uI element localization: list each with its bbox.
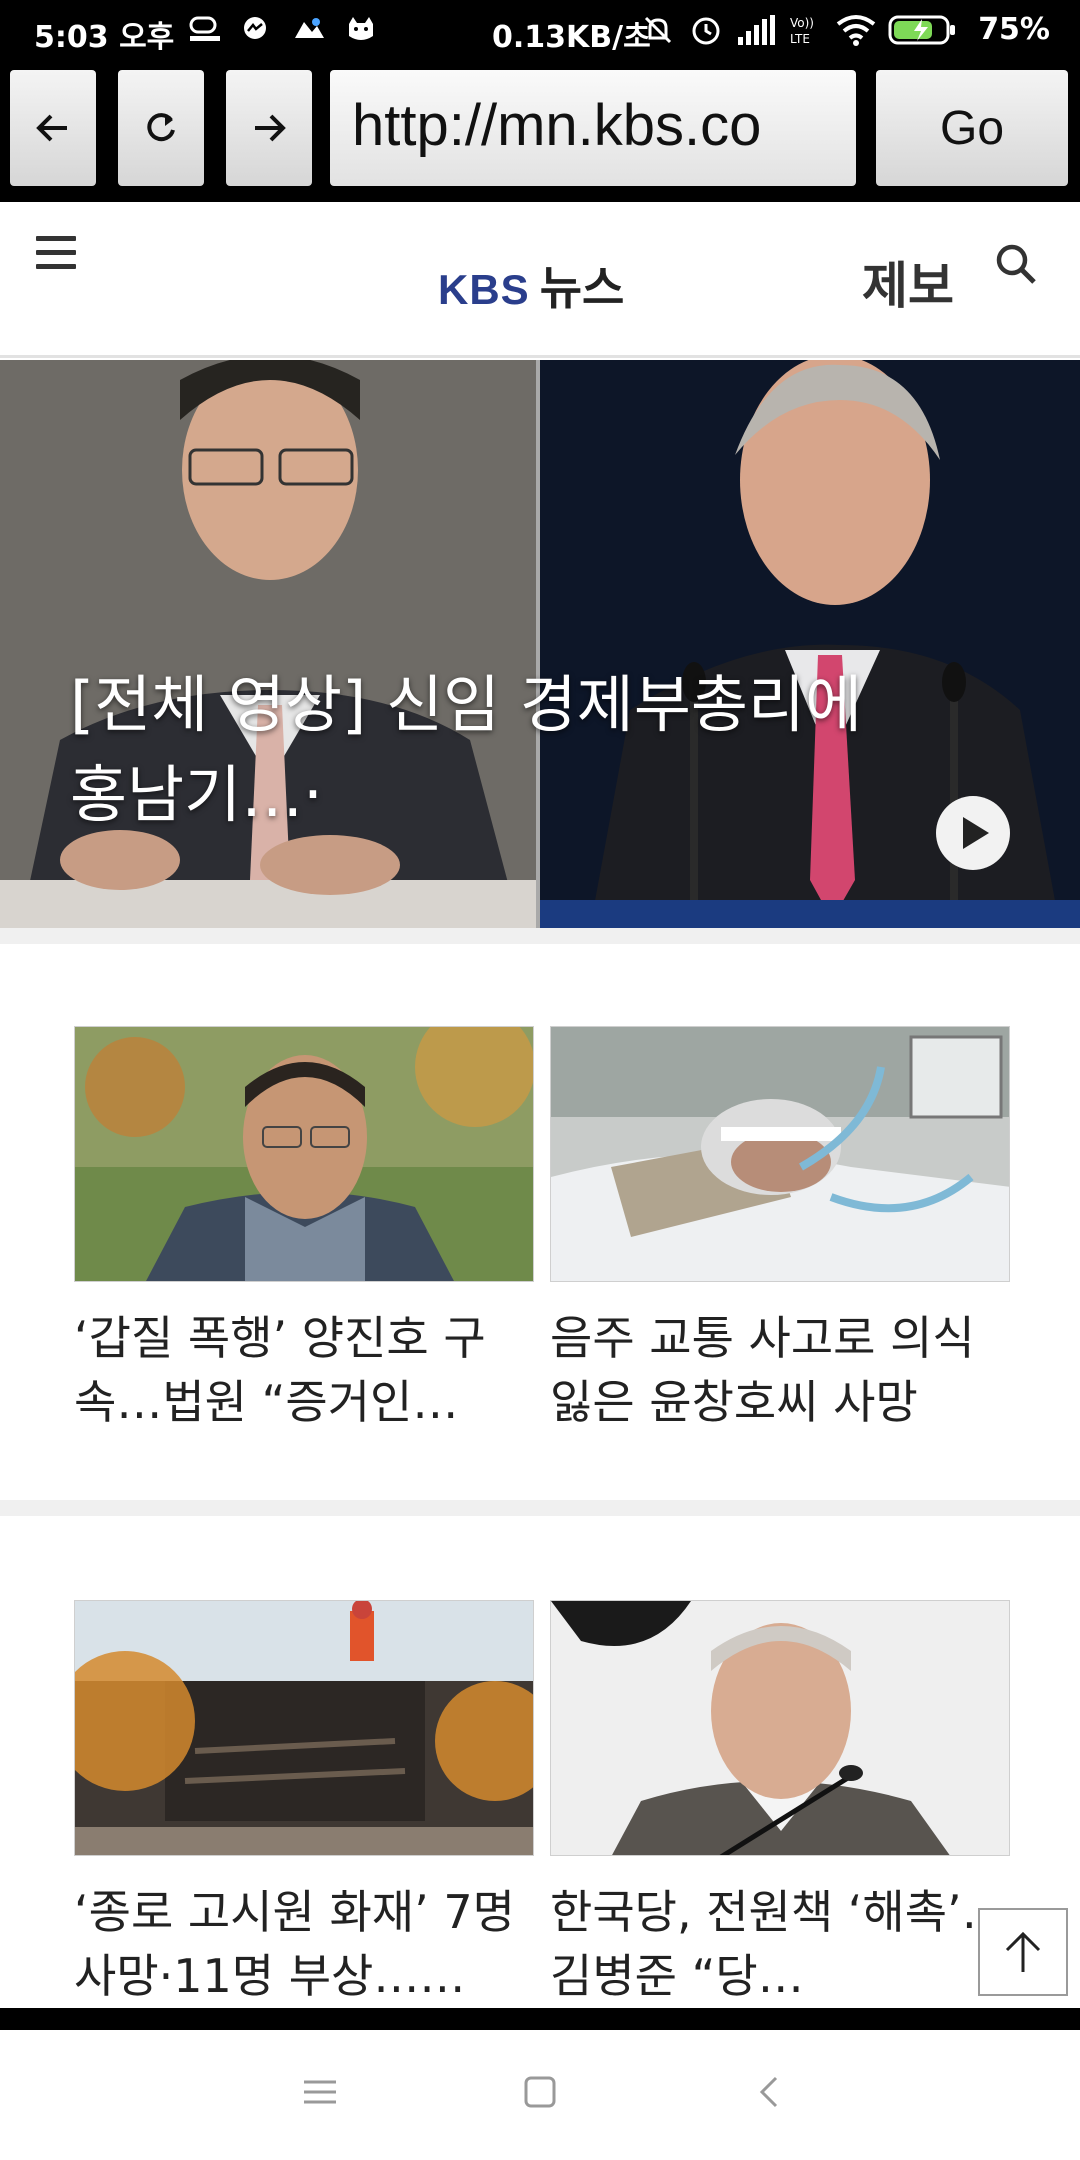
logo-kbs-text: KBS: [438, 266, 530, 313]
reload-icon: [147, 113, 175, 142]
logo-news-text: 뉴스: [539, 261, 625, 315]
article-thumbnail: [74, 1600, 534, 1856]
status-time: 5:03 오후: [34, 20, 175, 55]
bottom-bar: [0, 2008, 1080, 2030]
svg-text:Vo)): Vo)): [790, 16, 814, 30]
article-headline[interactable]: 음주 교통 사고로 의식 잃은 윤창호씨 사망: [550, 1306, 1010, 1434]
article-card[interactable]: 한국당, 전원책 ‘해촉’…김병준 “당…: [550, 1600, 1010, 2008]
arrow-up-icon: [1005, 1931, 1041, 1972]
scroll-to-top-button[interactable]: [978, 1908, 1068, 1996]
notification-icons: [188, 14, 378, 44]
article-card[interactable]: 음주 교통 사고로 의식 잃은 윤창호씨 사망: [550, 1026, 1010, 1434]
volte-icon: Vo)) LTE: [788, 13, 824, 51]
battery-icon: [888, 13, 958, 51]
messenger-icon: [240, 14, 274, 44]
reload-button[interactable]: [118, 70, 204, 186]
article-headline[interactable]: ‘종로 고시원 화재’ 7명 사망·11명 부상……: [74, 1880, 534, 2008]
home-icon[interactable]: [522, 2074, 558, 2114]
kbs-news-logo[interactable]: KBS 뉴스: [438, 252, 624, 315]
article-thumbnail: [74, 1026, 534, 1282]
search-icon[interactable]: [992, 240, 1040, 292]
section-divider: [0, 1500, 1080, 1516]
back-nav-icon[interactable]: [752, 2074, 788, 2114]
play-icon[interactable]: [936, 796, 1010, 870]
article-thumbnail: [550, 1026, 1010, 1282]
cloud-app-icon: [188, 14, 222, 44]
hero-article[interactable]: [전체 영상] 신임 경제부총리에 홍남기…·: [0, 360, 1080, 928]
section-divider: [0, 928, 1080, 944]
article-headline[interactable]: 한국당, 전원책 ‘해촉’…김병준 “당…: [550, 1880, 1010, 2008]
browser-toolbar: http://mn.kbs.co Go: [0, 66, 1080, 202]
report-link[interactable]: 제보: [862, 246, 954, 318]
signal-icon: [736, 13, 776, 51]
article-card[interactable]: ‘종로 고시원 화재’ 7명 사망·11명 부상……: [74, 1600, 534, 2008]
url-input[interactable]: http://mn.kbs.co: [330, 70, 856, 186]
article-headline[interactable]: ‘갑질 폭행’ 양진호 구속…법원 “증거인…: [74, 1306, 534, 1434]
wifi-icon: [836, 14, 876, 50]
system-navigation-bar: [0, 2030, 1080, 2160]
mute-icon: [640, 12, 676, 52]
alarm-icon: [688, 12, 724, 52]
article-thumbnail: [550, 1600, 1010, 1856]
network-speed: 0.13KB/초: [492, 20, 651, 55]
system-icons: Vo)) LTE: [640, 12, 958, 52]
arrow-left-icon: [36, 114, 67, 142]
hero-image-left: [0, 360, 538, 928]
status-bar: 5:03 오후 0.13KB/초 Vo)) LTE 75%: [0, 0, 1080, 66]
map-app-icon: [292, 14, 326, 44]
battery-percent: 75%: [978, 12, 1050, 47]
hero-title[interactable]: [전체 영상] 신임 경제부총리에 홍남기…·: [70, 660, 890, 840]
recent-apps-icon[interactable]: [302, 2074, 338, 2114]
forward-button[interactable]: [226, 70, 312, 186]
back-button[interactable]: [10, 70, 96, 186]
arrow-right-icon: [255, 114, 286, 142]
cat-app-icon: [344, 14, 378, 44]
svg-text:LTE: LTE: [790, 32, 810, 46]
article-card[interactable]: ‘갑질 폭행’ 양진호 구속…법원 “증거인…: [74, 1026, 534, 1434]
go-button[interactable]: Go: [876, 70, 1068, 186]
menu-icon[interactable]: [36, 236, 76, 272]
site-header: KBS 뉴스 제보: [0, 202, 1080, 358]
